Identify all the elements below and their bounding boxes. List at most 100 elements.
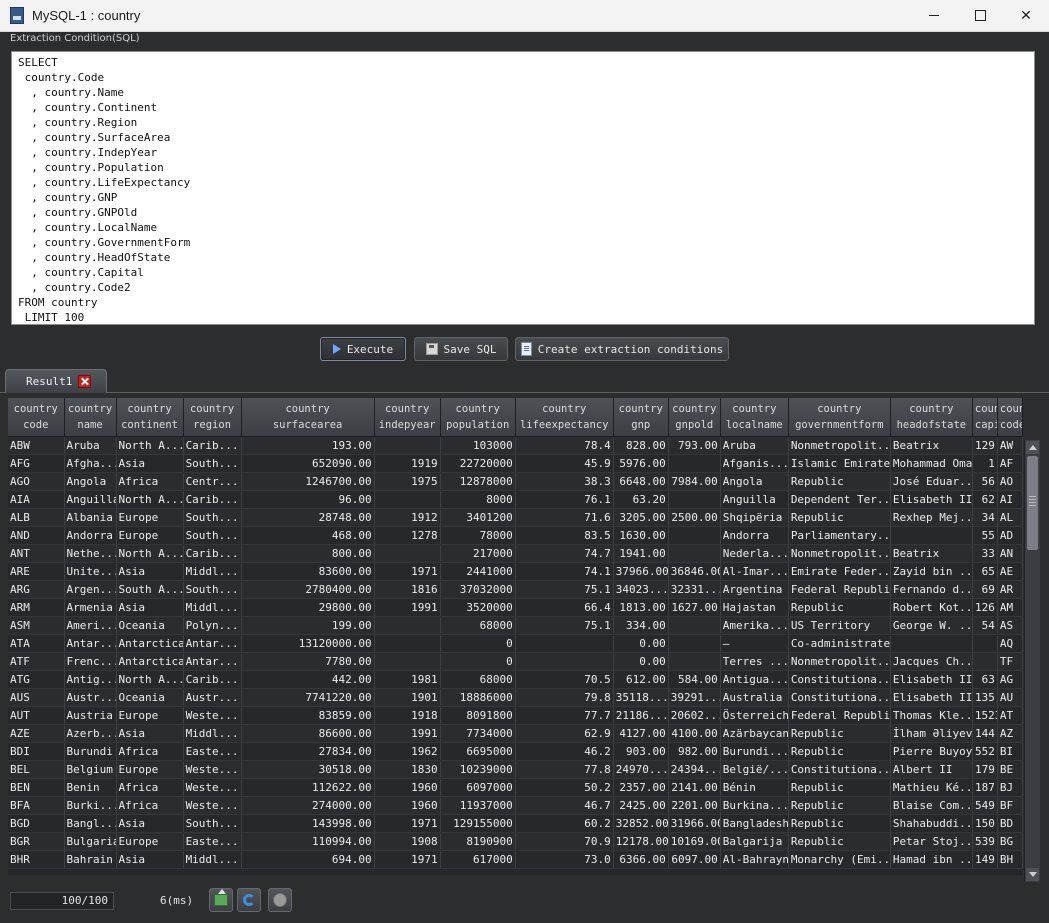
table-cell[interactable] <box>668 454 721 473</box>
table-cell[interactable]: BF <box>997 796 1023 815</box>
table-cell[interactable]: Shqipëria <box>720 508 789 527</box>
table-cell[interactable]: Österreich <box>720 706 789 725</box>
table-cell[interactable]: 110994.00 <box>241 832 375 851</box>
table-cell[interactable]: 36846.00 <box>668 562 721 581</box>
table-cell[interactable]: 12178.00 <box>613 832 669 851</box>
table-cell[interactable]: 7734000 <box>440 724 516 743</box>
table-cell[interactable]: 7984.00 <box>668 472 721 491</box>
table-cell[interactable]: Middl... <box>183 850 242 869</box>
table-cell[interactable]: 74.1 <box>515 562 614 581</box>
table-cell[interactable]: Burundi <box>64 742 117 761</box>
table-row[interactable]: ALB Albania Europe South... 28748.00 1912 3401… <box>8 508 1023 527</box>
table-cell[interactable]: 2780400.00 <box>241 580 375 599</box>
table-cell[interactable]: Republic <box>788 832 891 851</box>
table-cell[interactable]: 2201.00 <box>668 796 721 815</box>
table-cell[interactable]: Africa <box>116 742 184 761</box>
table-cell[interactable]: 2141.00 <box>668 778 721 797</box>
table-cell[interactable]: Asia <box>116 598 184 617</box>
table-cell[interactable]: BEN <box>8 778 65 797</box>
table-cell[interactable]: 24970... <box>613 760 669 779</box>
table-cell[interactable]: 86600.00 <box>241 724 375 743</box>
table-row[interactable]: BGR Bulgaria Europe Easte... 110994.00 1908 81… <box>8 832 1023 851</box>
table-cell[interactable]: Burundi... <box>720 742 789 761</box>
table-cell[interactable]: Dependent Ter... <box>788 490 891 509</box>
table-cell[interactable]: 7780.00 <box>241 652 375 671</box>
table-cell[interactable]: Anguilla <box>64 490 117 509</box>
table-cell[interactable]: – <box>720 634 789 653</box>
table-cell[interactable]: 50.2 <box>515 778 614 797</box>
table-cell[interactable]: Blaise Com... <box>890 796 973 815</box>
table-cell[interactable]: Antar... <box>183 634 242 653</box>
stop-button[interactable] <box>268 888 292 912</box>
table-cell[interactable]: 69 <box>972 580 998 599</box>
table-row[interactable]: BHR Bahrain Asia Middl... 694.00 1971 617000 73… <box>8 850 1023 869</box>
export-button[interactable] <box>209 888 233 912</box>
table-cell[interactable]: 8190900 <box>440 832 516 851</box>
table-cell[interactable]: 1981 <box>374 670 441 689</box>
table-cell[interactable]: 1971 <box>374 814 441 833</box>
table-cell[interactable]: 55 <box>972 526 998 545</box>
table-cell[interactable]: 18886000 <box>440 688 516 707</box>
table-cell[interactable]: 45.9 <box>515 454 614 473</box>
table-cell[interactable]: AN <box>997 544 1023 563</box>
table-cell[interactable]: 46.2 <box>515 742 614 761</box>
table-cell[interactable]: Asia <box>116 454 184 473</box>
table-cell[interactable]: 1971 <box>374 562 441 581</box>
column-header[interactable]: country population <box>440 398 516 437</box>
table-cell[interactable]: Anguilla <box>720 490 789 509</box>
table-cell[interactable]: 62 <box>972 490 998 509</box>
table-cell[interactable]: Mohammad Omar <box>890 454 973 473</box>
table-cell[interactable]: België/... <box>720 760 789 779</box>
table-cell[interactable]: Europe <box>116 832 184 851</box>
table-cell[interactable]: 63.20 <box>613 490 669 509</box>
table-row[interactable]: BEL Belgium Europe Weste... 30518.00 1830 1023… <box>8 760 1023 779</box>
table-cell[interactable]: Fernando d... <box>890 580 973 599</box>
table-cell[interactable]: ATG <box>8 670 65 689</box>
table-cell[interactable]: AD <box>997 526 1023 545</box>
table-cell[interactable]: 3401200 <box>440 508 516 527</box>
table-cell[interactable]: Argentina <box>720 580 789 599</box>
table-cell[interactable]: 20602... <box>668 706 721 725</box>
table-cell[interactable]: North A... <box>116 436 184 455</box>
table-cell[interactable]: 54 <box>972 616 998 635</box>
table-cell[interactable]: 612.00 <box>613 670 669 689</box>
table-cell[interactable]: 903.00 <box>613 742 669 761</box>
table-cell[interactable]: 78000 <box>440 526 516 545</box>
table-cell[interactable]: Austr... <box>64 688 117 707</box>
table-cell[interactable]: 8091800 <box>440 706 516 725</box>
table-cell[interactable]: South... <box>183 814 242 833</box>
table-cell[interactable]: 1901 <box>374 688 441 707</box>
table-cell[interactable]: BG <box>997 832 1023 851</box>
table-cell[interactable]: 135 <box>972 688 998 707</box>
table-cell[interactable]: 4100.00 <box>668 724 721 743</box>
table-cell[interactable]: 35118... <box>613 688 669 707</box>
table-cell[interactable]: Austria <box>64 706 117 725</box>
table-cell[interactable]: Islamic Emirate <box>788 454 891 473</box>
table-cell[interactable]: 77.8 <box>515 760 614 779</box>
table-cell[interactable]: Unite... <box>64 562 117 581</box>
table-cell[interactable]: Ameri... <box>64 616 117 635</box>
table-cell[interactable]: 549 <box>972 796 998 815</box>
column-header[interactable]: country continent <box>116 398 184 437</box>
table-cell[interactable]: Africa <box>116 796 184 815</box>
table-cell[interactable]: Frenc... <box>64 652 117 671</box>
tab-result1[interactable]: Result1 <box>5 369 107 393</box>
table-cell[interactable]: Afganis... <box>720 454 789 473</box>
table-cell[interactable]: Co-administrated <box>788 634 891 653</box>
table-cell[interactable]: 800.00 <box>241 544 375 563</box>
table-row[interactable]: ATA Antar... Antarctica Antar... 13120000.00… <box>8 634 1023 653</box>
table-cell[interactable]: 8000 <box>440 490 516 509</box>
table-cell[interactable]: Oceania <box>116 616 184 635</box>
table-cell[interactable]: 0.00 <box>613 634 669 653</box>
table-row[interactable]: AND Andorra Europe South... 468.00 1278 78000 8… <box>8 526 1023 545</box>
table-cell[interactable]: Republic <box>788 724 891 743</box>
table-cell[interactable]: Weste... <box>183 760 242 779</box>
table-cell[interactable]: Robert Kot... <box>890 598 973 617</box>
tab-close-icon[interactable] <box>78 375 92 388</box>
table-cell[interactable]: Republic <box>788 742 891 761</box>
refresh-button[interactable] <box>237 888 261 912</box>
table-cell[interactable]: Balgarija <box>720 832 789 851</box>
table-cell[interactable]: Bangladesh <box>720 814 789 833</box>
table-cell[interactable]: 37966.00 <box>613 562 669 581</box>
table-cell[interactable]: 1627.00 <box>668 598 721 617</box>
